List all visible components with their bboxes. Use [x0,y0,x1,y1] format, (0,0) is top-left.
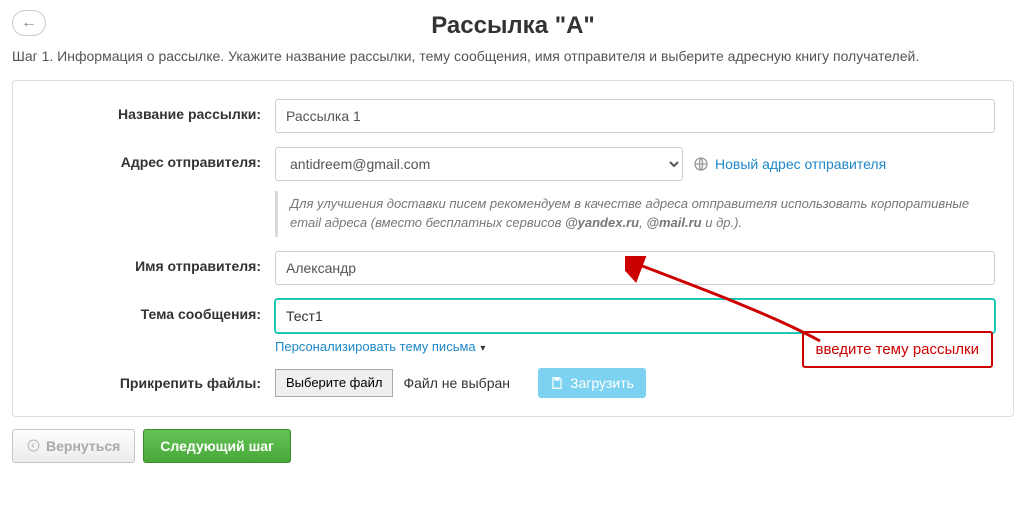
campaign-name-input[interactable] [275,99,995,133]
back-arrow-button[interactable]: ← [12,10,46,36]
arrow-left-circle-icon [27,439,40,452]
sender-hint: Для улучшения доставки писем рекомендуем… [275,191,995,237]
new-sender-address-link[interactable]: Новый адрес отправителя [693,156,886,172]
world-icon [693,156,709,172]
personalize-subject-link[interactable]: Персонализировать тему письма ▾ [275,339,485,354]
upload-button[interactable]: Загрузить [538,368,646,398]
save-icon [550,376,564,390]
page-title: Рассылка "А" [12,12,1014,40]
campaign-name-label: Название рассылки: [31,99,275,122]
sender-name-label: Имя отправителя: [31,251,275,274]
caret-down-icon: ▾ [478,343,486,354]
sender-name-input[interactable] [275,251,995,285]
attach-label: Прикрепить файлы: [31,368,275,391]
back-button[interactable]: Вернуться [12,429,135,463]
annotation-callout: введите тему рассылки [802,331,993,368]
next-step-button[interactable]: Следующий шаг [143,429,291,463]
subject-label: Тема сообщения: [31,299,275,322]
sender-address-label: Адрес отправителя: [31,147,275,170]
file-status: Файл не выбран [403,375,510,391]
form-panel: Название рассылки: Адрес отправителя: an… [12,80,1014,417]
step-description: Шаг 1. Информация о рассылке. Укажите на… [12,46,1014,66]
choose-file-button[interactable]: Выберите файл [275,369,393,397]
subject-input[interactable] [275,299,995,333]
sender-address-select[interactable]: antidreem@gmail.com [275,147,683,181]
